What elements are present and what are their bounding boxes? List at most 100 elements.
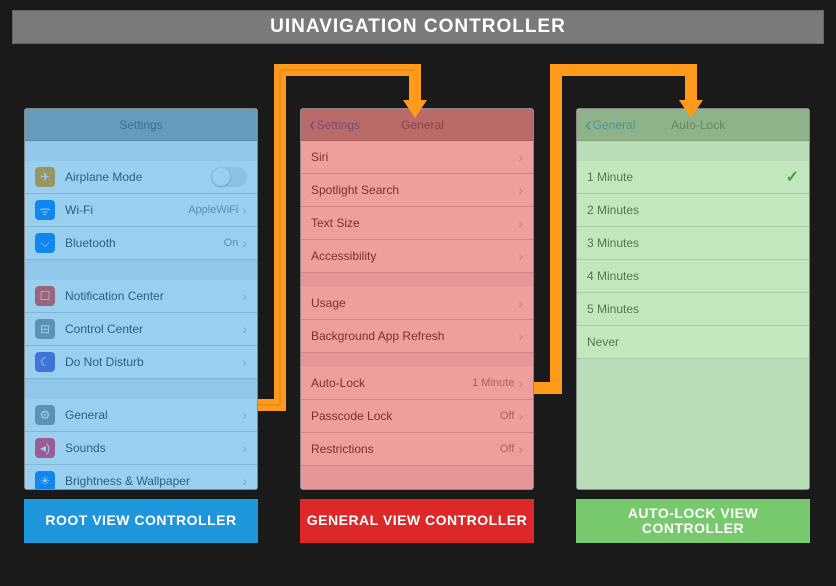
row-icon: ⌵ xyxy=(35,233,55,253)
settings-row[interactable]: Passcode LockOff › xyxy=(301,400,533,433)
row-value: AppleWiFi xyxy=(188,204,238,216)
row-label: 5 Minutes xyxy=(587,302,799,316)
row-label: Do Not Disturb xyxy=(65,355,242,369)
settings-row[interactable]: ☾ Do Not Disturb› xyxy=(25,346,257,379)
chevron-right-icon: › xyxy=(242,202,247,218)
general-badge: GENERAL VIEW CONTROLLER xyxy=(300,499,534,543)
row-icon: ☾ xyxy=(35,352,55,372)
row-label: Auto-Lock xyxy=(311,376,472,390)
row-icon: ⊟ xyxy=(35,319,55,339)
root-badge: ROOT VIEW CONTROLLER xyxy=(24,499,258,543)
row-label: Passcode Lock xyxy=(311,409,500,423)
chevron-right-icon: › xyxy=(242,321,247,337)
settings-row[interactable]: ⌵ BluetoothOn› xyxy=(25,227,257,260)
row-icon: ᯤ xyxy=(35,200,55,220)
chevron-right-icon: › xyxy=(518,408,523,424)
nav-title: Settings xyxy=(33,118,249,132)
section-gap xyxy=(301,353,533,367)
row-label: Usage xyxy=(311,296,518,310)
chevron-right-icon: › xyxy=(242,440,247,456)
row-label: Control Center xyxy=(65,322,242,336)
chevron-right-icon: › xyxy=(242,407,247,423)
chevron-right-icon: › xyxy=(518,375,523,391)
settings-row[interactable]: Background App Refresh› xyxy=(301,320,533,353)
row-label: Spotlight Search xyxy=(311,183,518,197)
row-icon: ☐ xyxy=(35,286,55,306)
row-label: Airplane Mode xyxy=(65,170,211,184)
row-value: Off xyxy=(500,410,514,422)
row-value: 1 Minute xyxy=(472,377,514,389)
row-label: Never xyxy=(587,335,799,349)
row-icon: ⚙ xyxy=(35,405,55,425)
chevron-right-icon: › xyxy=(518,149,523,165)
root-view-screen: Settings ✈Airplane ModeᯤWi-FiAppleWiFi›⌵… xyxy=(24,108,258,490)
settings-row[interactable]: Siri› xyxy=(301,141,533,174)
row-label: 2 Minutes xyxy=(587,203,799,217)
settings-row[interactable]: Text Size› xyxy=(301,207,533,240)
settings-row[interactable]: Usage› xyxy=(301,287,533,320)
settings-row[interactable]: 4 Minutes xyxy=(577,260,809,293)
row-label: General xyxy=(65,408,242,422)
settings-row[interactable]: ☀ Brightness & Wallpaper› xyxy=(25,465,257,490)
diagram-header: UINAVIGATION CONTROLLER xyxy=(12,10,824,44)
chevron-right-icon: › xyxy=(242,288,247,304)
settings-row[interactable]: Auto-Lock1 Minute › xyxy=(301,367,533,400)
settings-row[interactable]: 3 Minutes xyxy=(577,227,809,260)
settings-row[interactable]: Never xyxy=(577,326,809,359)
row-icon: ✈ xyxy=(35,167,55,187)
row-icon: ☀ xyxy=(35,471,55,490)
settings-row[interactable]: ᯤ Wi-FiAppleWiFi › xyxy=(25,194,257,227)
row-label: Text Size xyxy=(311,216,518,230)
row-label: 4 Minutes xyxy=(587,269,799,283)
row-label: Notification Center xyxy=(65,289,242,303)
chevron-right-icon: › xyxy=(518,248,523,264)
nav-header: General Auto-Lock xyxy=(577,109,809,141)
row-value: Off xyxy=(500,443,514,455)
row-icon: ◂) xyxy=(35,438,55,458)
row-label: Background App Refresh xyxy=(311,329,518,343)
settings-row[interactable]: 5 Minutes xyxy=(577,293,809,326)
autolock-view-screen: General Auto-Lock 1 Minute✓ 2 Minutes 3 Mi… xyxy=(576,108,810,490)
row-label: Bluetooth xyxy=(65,236,224,250)
settings-row[interactable]: RestrictionsOff › xyxy=(301,433,533,466)
checkmark-icon: ✓ xyxy=(786,167,799,187)
settings-row[interactable]: ✈ Airplane Mode xyxy=(25,161,257,194)
row-label: Sounds xyxy=(65,441,242,455)
row-label: 1 Minute xyxy=(587,170,786,184)
autolock-badge: AUTO-LOCK VIEW CONTROLLER xyxy=(576,499,810,543)
settings-row[interactable]: ⊟ Control Center› xyxy=(25,313,257,346)
settings-row[interactable]: ☐ Notification Center› xyxy=(25,280,257,313)
chevron-right-icon: › xyxy=(242,354,247,370)
chevron-right-icon: › xyxy=(242,473,247,489)
row-label: Siri xyxy=(311,150,518,164)
nav-title: Auto-Lock xyxy=(595,118,801,132)
chevron-right-icon: › xyxy=(518,295,523,311)
settings-row[interactable]: Accessibility› xyxy=(301,240,533,273)
section-gap xyxy=(25,260,257,280)
settings-row[interactable]: Spotlight Search› xyxy=(301,174,533,207)
row-label: Restrictions xyxy=(311,442,500,456)
section-gap xyxy=(301,273,533,287)
section-gap xyxy=(25,379,257,399)
chevron-right-icon: › xyxy=(518,441,523,457)
chevron-right-icon: › xyxy=(518,215,523,231)
row-label: Accessibility xyxy=(311,249,518,263)
toggle-switch[interactable] xyxy=(211,167,247,187)
section-gap xyxy=(25,141,257,161)
settings-row[interactable]: 1 Minute✓ xyxy=(577,161,809,194)
chevron-right-icon: › xyxy=(518,328,523,344)
settings-row[interactable]: ◂) Sounds› xyxy=(25,432,257,465)
nav-header: Settings xyxy=(25,109,257,141)
chevron-right-icon: › xyxy=(242,235,247,251)
row-label: Brightness & Wallpaper xyxy=(65,474,242,488)
chevron-right-icon: › xyxy=(518,182,523,198)
row-label: 3 Minutes xyxy=(587,236,799,250)
general-view-screen: Settings General Siri›Spotlight Search›T… xyxy=(300,108,534,490)
nav-title: General xyxy=(320,118,525,132)
nav-header: Settings General xyxy=(301,109,533,141)
section-gap xyxy=(577,141,809,161)
row-label: Wi-Fi xyxy=(65,203,188,217)
settings-row[interactable]: 2 Minutes xyxy=(577,194,809,227)
settings-row[interactable]: ⚙ General› xyxy=(25,399,257,432)
row-value: On xyxy=(224,237,239,249)
